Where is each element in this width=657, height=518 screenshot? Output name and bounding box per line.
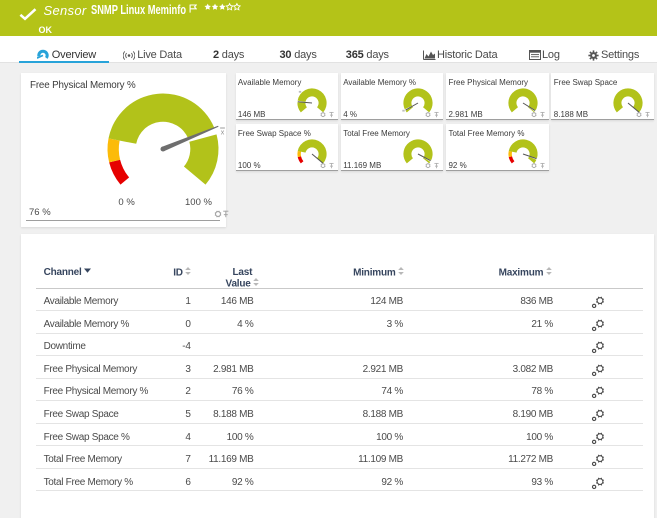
svg-text:x: x xyxy=(221,129,225,136)
